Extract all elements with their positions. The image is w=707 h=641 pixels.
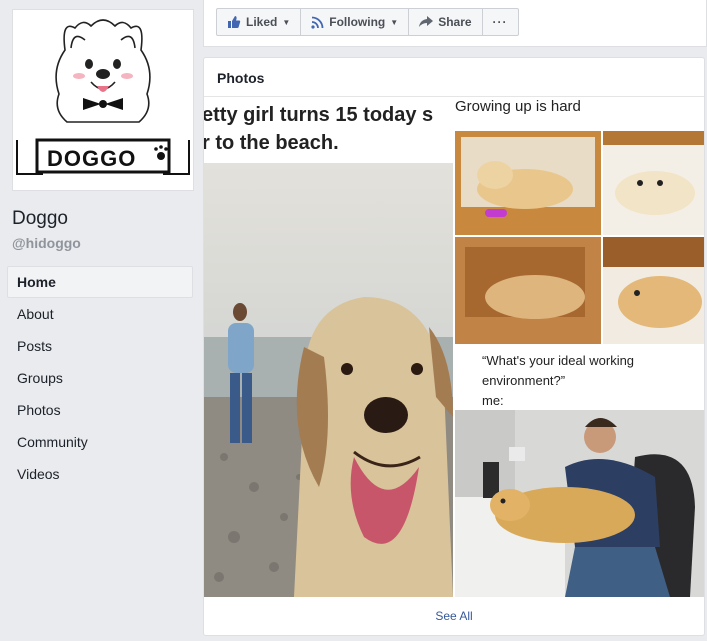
see-all-link[interactable]: See All bbox=[204, 609, 704, 623]
photo-growing-up[interactable]: Growing up is hard bbox=[455, 97, 704, 344]
following-label: Following bbox=[329, 15, 386, 29]
more-options-button[interactable]: ··· bbox=[483, 9, 518, 35]
photo-caption-growing-up: Growing up is hard bbox=[455, 98, 581, 115]
photo-caption-beach: etty girl turns 15 today s r to the beac… bbox=[204, 104, 434, 154]
photo-working-environment[interactable]: “What's your ideal working environment?”… bbox=[455, 347, 704, 597]
profile-picture[interactable]: DOGGO bbox=[12, 9, 194, 191]
liked-button[interactable]: Liked ▼ bbox=[217, 9, 302, 35]
left-column: DOGGO Doggo @hidoggo Home About Posts Gr… bbox=[0, 0, 200, 641]
nav-item-posts[interactable]: Posts bbox=[7, 330, 193, 362]
photo-caption-working-environment: “What's your ideal working environment?”… bbox=[482, 353, 635, 408]
action-button-group: Liked ▼ Following ▼ Share ··· bbox=[216, 8, 519, 36]
chevron-down-icon: ▼ bbox=[390, 17, 399, 27]
photos-card: Photos etty girl turns 15 today s r to t… bbox=[203, 57, 705, 636]
share-button[interactable]: Share bbox=[409, 9, 483, 35]
page-name[interactable]: Doggo bbox=[12, 208, 68, 230]
photo-beach-dog[interactable]: etty girl turns 15 today s r to the beac… bbox=[204, 97, 453, 597]
share-label: Share bbox=[438, 15, 472, 29]
rss-feed-icon bbox=[311, 16, 324, 29]
photos-title[interactable]: Photos bbox=[217, 70, 264, 86]
nav-item-videos[interactable]: Videos bbox=[7, 458, 193, 490]
beach-dog-image bbox=[204, 163, 453, 597]
following-button[interactable]: Following ▼ bbox=[301, 9, 410, 35]
nav-item-home[interactable]: Home bbox=[7, 266, 193, 298]
page-handle[interactable]: @hidoggo bbox=[12, 235, 81, 251]
liked-label: Liked bbox=[246, 15, 278, 29]
share-arrow-icon bbox=[419, 16, 434, 28]
page-action-bar: Liked ▼ Following ▼ Share ··· bbox=[203, 0, 707, 47]
chevron-down-icon: ▼ bbox=[282, 17, 291, 27]
logo-text: DOGGO bbox=[47, 146, 137, 171]
growing-up-collage-image bbox=[455, 131, 704, 344]
thumbs-up-icon bbox=[227, 15, 241, 29]
nav-item-photos[interactable]: Photos bbox=[7, 394, 193, 426]
nav-item-groups[interactable]: Groups bbox=[7, 362, 193, 394]
nav-item-community[interactable]: Community bbox=[7, 426, 193, 458]
more-dots-icon: ··· bbox=[492, 15, 508, 29]
page-nav: Home About Posts Groups Photos Community… bbox=[7, 266, 193, 490]
nav-item-about[interactable]: About bbox=[7, 298, 193, 330]
